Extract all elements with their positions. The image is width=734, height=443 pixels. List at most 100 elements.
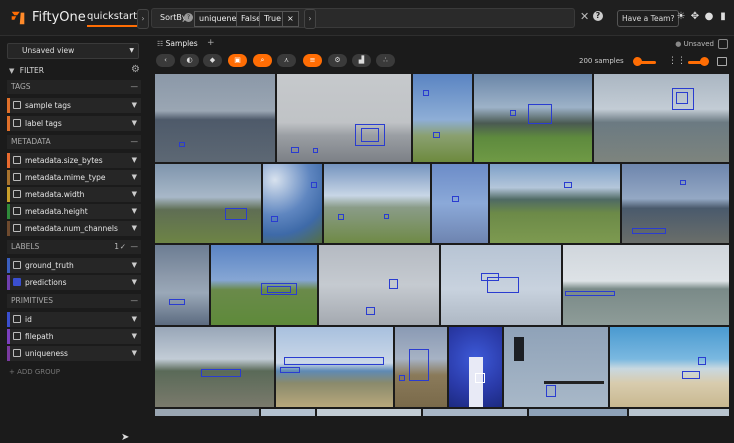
- slack-icon[interactable]: ✥: [689, 11, 701, 23]
- field-checkbox[interactable]: [13, 261, 21, 269]
- fiftyone-logo-icon[interactable]: [9, 9, 27, 27]
- sample-thumbnail[interactable]: [395, 327, 447, 407]
- sample-thumbnail[interactable]: [276, 327, 393, 407]
- sample-thumbnail[interactable]: [413, 74, 472, 162]
- field-checkbox[interactable]: [13, 332, 21, 340]
- sidebar-item-uniqueness[interactable]: uniqueness ▼: [7, 346, 141, 361]
- sample-thumbnail[interactable]: [432, 164, 488, 243]
- group-header-primitives[interactable]: PRIMITIVES —: [7, 294, 141, 308]
- chevron-down-icon[interactable]: ▼: [132, 153, 137, 168]
- sample-thumbnail[interactable]: [155, 245, 209, 325]
- group-header-labels[interactable]: LABELS 1 ✓ —: [7, 240, 141, 254]
- add-panel-button[interactable]: +: [207, 38, 215, 48]
- patches-icon[interactable]: ▣: [228, 54, 247, 67]
- field-checkbox[interactable]: [13, 315, 21, 323]
- docs-icon[interactable]: ▮: [717, 11, 729, 23]
- sidebar-item-filepath[interactable]: filepath ▼: [7, 329, 141, 344]
- dataset-selector[interactable]: quickstart: [87, 11, 138, 27]
- sun-icon[interactable]: ☀: [675, 11, 687, 23]
- sidebar-item-sample-tags[interactable]: sample tags ▼: [7, 98, 141, 113]
- chevron-down-icon[interactable]: ▼: [132, 329, 137, 344]
- sample-thumbnail[interactable]: [261, 409, 315, 416]
- have-a-team-button[interactable]: Have a Team?: [617, 10, 680, 27]
- sidebar-item-metadata-mime-type[interactable]: metadata.mime_type ▼: [7, 170, 141, 185]
- chevron-down-icon[interactable]: ▼: [132, 221, 137, 236]
- field-checkbox[interactable]: [13, 190, 21, 198]
- group-header-metadata[interactable]: METADATA —: [7, 135, 141, 149]
- sample-thumbnail[interactable]: [155, 327, 274, 407]
- chevron-down-icon[interactable]: ▼: [132, 312, 137, 327]
- chevron-down-icon[interactable]: ▼: [132, 204, 137, 219]
- view-bar[interactable]: SortBy ? uniqueness False True ×: [151, 8, 575, 28]
- similarity-search-icon[interactable]: ⌕: [253, 54, 272, 67]
- sample-thumbnail[interactable]: [622, 164, 729, 243]
- expand-view-bar-icon[interactable]: ›: [304, 9, 316, 29]
- panel-menu-icon[interactable]: [718, 39, 728, 49]
- sample-thumbnail[interactable]: [319, 245, 439, 325]
- sample-thumbnail[interactable]: [155, 74, 275, 162]
- sidebar-item-metadata-height[interactable]: metadata.height ▼: [7, 204, 141, 219]
- sidebar-item-id[interactable]: id ▼: [7, 312, 141, 327]
- list-icon[interactable]: ≡: [303, 54, 322, 67]
- back-icon[interactable]: ‹: [156, 54, 175, 67]
- collapse-icon[interactable]: —: [131, 80, 139, 94]
- field-checkbox-checked[interactable]: [13, 278, 21, 286]
- collapse-icon[interactable]: —: [131, 135, 139, 149]
- embeddings-icon[interactable]: ∴: [376, 54, 395, 67]
- sample-thumbnail[interactable]: [449, 327, 502, 407]
- field-checkbox[interactable]: [13, 119, 21, 127]
- tab-samples[interactable]: ☷ Samples: [157, 39, 198, 48]
- sample-thumbnail[interactable]: [155, 409, 259, 416]
- sample-thumbnail[interactable]: [324, 164, 430, 243]
- field-checkbox[interactable]: [13, 156, 21, 164]
- sample-thumbnail[interactable]: [610, 327, 729, 407]
- settings-gear-icon[interactable]: ⚙: [328, 54, 347, 67]
- grid-layout-icon[interactable]: ⋮⋮: [668, 56, 686, 66]
- field-checkbox[interactable]: [13, 224, 21, 232]
- zoom-slider-handle[interactable]: [633, 57, 642, 66]
- sample-thumbnail[interactable]: [211, 245, 317, 325]
- chevron-down-icon[interactable]: ▼: [132, 170, 137, 185]
- sample-thumbnail[interactable]: [594, 74, 729, 162]
- check-icon[interactable]: ✓: [120, 240, 126, 254]
- merge-icon[interactable]: ⋏: [277, 54, 296, 67]
- field-checkbox[interactable]: [13, 101, 21, 109]
- add-group-button[interactable]: + ADD GROUP: [9, 368, 60, 376]
- sidebar-item-metadata-num-channels[interactable]: metadata.num_channels ▼: [7, 221, 141, 236]
- sample-thumbnail[interactable]: [155, 164, 261, 243]
- sidebar-item-label-tags[interactable]: label tags ▼: [7, 116, 141, 131]
- sample-thumbnail[interactable]: [317, 409, 421, 416]
- expand-panel-icon[interactable]: [717, 57, 727, 66]
- group-header-tags[interactable]: TAGS —: [7, 80, 141, 94]
- saved-view-select[interactable]: Unsaved view ▼: [7, 43, 139, 59]
- sample-thumbnail[interactable]: [490, 164, 620, 243]
- sample-thumbnail[interactable]: [504, 327, 608, 407]
- chevron-down-icon[interactable]: ▼: [132, 275, 137, 290]
- sample-thumbnail[interactable]: [263, 164, 322, 243]
- github-icon[interactable]: ●: [703, 11, 715, 23]
- chevron-down-icon[interactable]: ▼: [132, 116, 137, 131]
- histogram-icon[interactable]: ▟: [352, 54, 371, 67]
- sidebar-item-ground-truth[interactable]: ground_truth ▼: [7, 258, 141, 273]
- collapse-icon[interactable]: —: [131, 294, 139, 308]
- chevron-down-icon[interactable]: ▼: [132, 98, 137, 113]
- sample-thumbnail[interactable]: [441, 245, 561, 325]
- sample-thumbnail[interactable]: [529, 409, 627, 416]
- clear-view-icon[interactable]: ✕: [580, 10, 589, 23]
- sidebar-settings-gear-icon[interactable]: ⚙: [131, 64, 140, 75]
- sample-thumbnail[interactable]: [474, 74, 592, 162]
- sidebar-item-metadata-size-bytes[interactable]: metadata.size_bytes ▼: [7, 153, 141, 168]
- size-slider-handle[interactable]: [700, 57, 709, 66]
- chevron-down-icon[interactable]: ▼: [132, 346, 137, 361]
- field-checkbox[interactable]: [13, 349, 21, 357]
- chevron-down-icon[interactable]: ▼: [132, 187, 137, 202]
- sample-thumbnail[interactable]: [629, 409, 729, 416]
- sample-thumbnail[interactable]: [277, 74, 411, 162]
- collapse-view-bar-icon[interactable]: ›: [137, 9, 149, 29]
- view-help-icon[interactable]: ?: [593, 11, 603, 21]
- sidebar-item-predictions[interactable]: predictions ▼: [7, 275, 141, 290]
- remove-stage-icon[interactable]: ×: [282, 11, 299, 27]
- field-checkbox[interactable]: [13, 207, 21, 215]
- collapse-icon[interactable]: —: [131, 240, 139, 254]
- field-checkbox[interactable]: [13, 173, 21, 181]
